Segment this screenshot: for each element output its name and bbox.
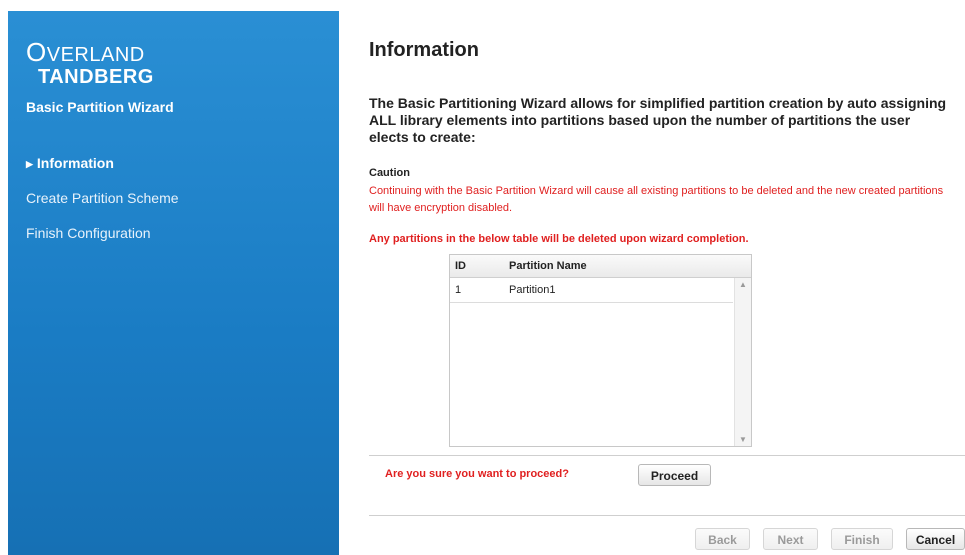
scroll-down-icon[interactable]: ▼	[739, 435, 747, 444]
divider	[369, 515, 965, 516]
logo-line2: TANDBERG	[38, 66, 154, 88]
step-information[interactable]: ▶ Information	[26, 153, 179, 188]
column-header-partition-name[interactable]: Partition Name	[509, 260, 587, 272]
step-finish-configuration[interactable]: Finish Configuration	[26, 223, 179, 258]
table-scrollbar[interactable]: ▲ ▼	[734, 278, 751, 446]
caret-right-icon: ▶	[26, 159, 33, 169]
step-create-partition-scheme[interactable]: Create Partition Scheme	[26, 188, 179, 223]
divider	[369, 455, 965, 456]
table-row[interactable]: 1 Partition1	[450, 278, 733, 303]
overland-tandberg-logo: OVERLAND TANDBERG	[26, 39, 154, 88]
cell-partition-name: Partition1	[509, 284, 556, 296]
deletion-warning: Any partitions in the below table will b…	[369, 233, 749, 245]
proceed-button[interactable]: Proceed	[638, 464, 711, 486]
intro-text: The Basic Partitioning Wizard allows for…	[369, 95, 947, 145]
table-header: ID Partition Name	[450, 255, 751, 278]
proceed-question: Are you sure you want to proceed?	[385, 468, 569, 480]
wizard-sidebar: OVERLAND TANDBERG Basic Partition Wizard…	[8, 11, 339, 555]
cell-id: 1	[455, 284, 462, 296]
caution-text: Continuing with the Basic Partition Wiza…	[369, 185, 944, 214]
logo-initial: O	[26, 37, 47, 67]
column-header-id[interactable]: ID	[455, 260, 466, 272]
step-label: Finish Configuration	[26, 225, 151, 241]
cancel-button[interactable]: Cancel	[906, 528, 965, 550]
next-button[interactable]: Next	[763, 528, 818, 550]
logo-line1: VERLAND	[46, 44, 145, 66]
wizard-title: Basic Partition Wizard	[26, 99, 174, 115]
step-label: Information	[36, 155, 114, 171]
back-button[interactable]: Back	[695, 528, 750, 550]
step-label: Create Partition Scheme	[26, 190, 179, 206]
page-title: Information	[369, 39, 479, 61]
finish-button[interactable]: Finish	[831, 528, 893, 550]
scroll-up-icon[interactable]: ▲	[739, 280, 747, 289]
wizard-content: Information The Basic Partitioning Wizar…	[369, 0, 965, 555]
wizard-steps: ▶ Information Create Partition Scheme Fin…	[26, 153, 179, 258]
caution-heading: Caution	[369, 167, 410, 179]
partitions-table: ID Partition Name 1 Partition1 ▲ ▼	[449, 254, 752, 447]
